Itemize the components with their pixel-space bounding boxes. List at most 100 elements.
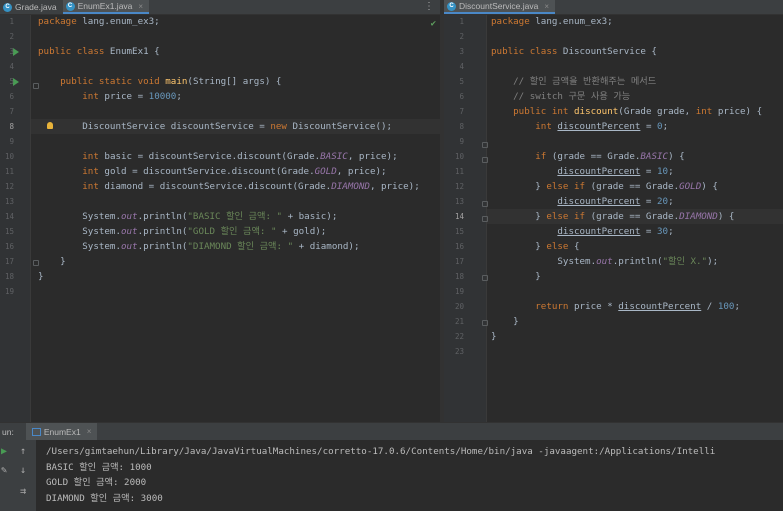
left-editor-tabbar: C Grade.java C EnumEx1.java × ⋮ — [0, 0, 440, 15]
close-tab-icon[interactable]: × — [138, 2, 143, 11]
line-number: 8 — [9, 122, 14, 131]
line-number: 19 — [4, 287, 14, 296]
left-editor[interactable]: ✔ 1 2 3 4 5 6 7 8 9 10 11 12 13 14 15 16 17 18 19 package … — [0, 15, 440, 422]
code-line: // 할인 금액을 반환해주는 메서드 — [513, 76, 657, 87]
line-number: 4 — [9, 62, 14, 71]
line-number: 12 — [454, 182, 464, 191]
tab-grade-java[interactable]: C Grade.java — [0, 0, 63, 14]
fold-icon[interactable] — [482, 216, 488, 222]
line-number: 20 — [454, 302, 464, 311]
rerun-icon[interactable]: ▶ — [1, 446, 7, 457]
wrench-icon[interactable]: ✎ — [1, 465, 7, 476]
line-number: 14 — [454, 212, 464, 221]
line-number: 7 — [459, 107, 464, 116]
line-number: 1 — [459, 17, 464, 26]
right-editor[interactable]: 1 2 3 4 5 6 7 8 9 10 11 12 13 14 15 16 17 18 19 20 21 22 23 pa… — [444, 15, 783, 422]
fold-icon[interactable] — [482, 142, 488, 148]
tab-label: DiscountService.java — [459, 1, 539, 11]
code-line: discountPercent = 10; — [557, 166, 674, 177]
line-number: 6 — [9, 92, 14, 101]
code-line: int gold = discountService.discount(Grad… — [82, 166, 387, 177]
line-number: 1 — [9, 17, 14, 26]
close-tab-icon[interactable]: × — [87, 427, 92, 436]
java-class-icon: C — [3, 2, 12, 12]
line-number: 11 — [4, 167, 14, 176]
line-number: 13 — [454, 197, 464, 206]
line-number: 6 — [459, 92, 464, 101]
run-label: un: — [2, 426, 14, 437]
code-line: int basic = discountService.discount(Gra… — [82, 151, 398, 162]
code-line: package lang.enum_ex3; — [491, 16, 613, 27]
code-line: package lang.enum_ex3; — [38, 16, 160, 27]
line-number: 22 — [454, 332, 464, 341]
code-line: } — [491, 331, 497, 342]
line-number: 3 — [459, 47, 464, 56]
line-number: 10 — [4, 152, 14, 161]
check-icon[interactable]: ✔ — [431, 19, 436, 29]
code-line: if (grade == Grade.BASIC) { — [535, 151, 685, 162]
code-line: public int discount(Grade grade, int pri… — [513, 106, 763, 117]
tab-label: EnumEx1.java — [77, 1, 133, 11]
line-number: 9 — [9, 137, 14, 146]
line-number: 15 — [4, 227, 14, 236]
line-number: 13 — [4, 197, 14, 206]
code-line: int diamond = discountService.discount(G… — [82, 181, 420, 192]
tab-discountservice-java[interactable]: C DiscountService.java × — [444, 0, 556, 14]
arrow-down-icon[interactable]: ↓ — [20, 465, 26, 476]
line-number: 18 — [454, 272, 464, 281]
line-number: 11 — [454, 167, 464, 176]
line-number: 14 — [4, 212, 14, 221]
line-number: 16 — [454, 242, 464, 251]
code-line: System.out.println("DIAMOND 할인 금액: " + d… — [38, 241, 360, 252]
code-line: // switch 구문 사용 가능 — [513, 91, 631, 102]
line-number: 21 — [454, 317, 464, 326]
code-line: public class EnumEx1 { — [38, 46, 160, 57]
more-vertical-icon[interactable]: ⋮ — [424, 1, 434, 12]
line-number: 5 — [9, 77, 14, 86]
console-panel[interactable]: ▶ ↑ ✎ ↓ ⇉ /Users/gimtaehun/Library/Java/… — [0, 440, 783, 511]
line-number: 2 — [459, 32, 464, 41]
code-line: } — [491, 271, 541, 282]
console-icon — [31, 427, 41, 436]
line-number: 17 — [454, 257, 464, 266]
line-number: 8 — [459, 122, 464, 131]
fold-icon[interactable] — [482, 320, 488, 326]
line-number: 9 — [459, 137, 464, 146]
code-line: System.out.println("할인 X."); — [491, 256, 719, 267]
code-line: return price * discountPercent / 100; — [535, 301, 741, 312]
console-toolbar: ▶ ↑ ✎ ↓ ⇉ — [0, 440, 36, 511]
java-class-icon: C — [447, 1, 456, 11]
close-tab-icon[interactable]: × — [544, 2, 549, 11]
code-line: discountPercent = 20; — [557, 196, 674, 207]
console-line: /Users/gimtaehun/Library/Java/JavaVirtua… — [46, 446, 716, 457]
code-line: public static void main(String[] args) { — [60, 76, 282, 87]
fold-icon[interactable] — [482, 201, 488, 207]
fold-icon[interactable] — [482, 157, 488, 163]
code-line: } — [491, 316, 519, 327]
run-toolbar: un: EnumEx1 × — [0, 422, 783, 440]
arrow-up-icon[interactable]: ↑ — [20, 446, 26, 457]
run-tab-label: EnumEx1 — [43, 426, 81, 437]
code-line: } else if (grade == Grade.GOLD) { — [491, 181, 718, 192]
soft-wrap-icon[interactable]: ⇉ — [20, 486, 26, 497]
line-number: 18 — [4, 272, 14, 281]
console-line: DIAMOND 할인 금액: 3000 — [46, 493, 163, 505]
code-line: } else { — [491, 241, 580, 252]
run-tab-enumex1[interactable]: EnumEx1 × — [25, 423, 98, 440]
line-number: 12 — [4, 182, 14, 191]
line-number: 10 — [454, 152, 464, 161]
line-number: 16 — [4, 242, 14, 251]
line-number: 5 — [459, 77, 464, 86]
code-line: public class DiscountService { — [491, 46, 657, 57]
code-line: int price = 10000; — [82, 91, 182, 102]
code-line: } — [38, 256, 66, 267]
code-line: int discountPercent = 0; — [535, 121, 669, 132]
line-number: 4 — [459, 62, 464, 71]
line-number: 23 — [454, 347, 464, 356]
console-output: /Users/gimtaehun/Library/Java/JavaVirtua… — [46, 444, 715, 507]
tab-enumex1-java[interactable]: C EnumEx1.java × — [62, 0, 150, 14]
java-class-icon: C — [65, 1, 75, 11]
right-editor-tabbar: C DiscountService.java × — [444, 0, 783, 15]
fold-icon[interactable] — [482, 275, 488, 281]
line-number: 7 — [9, 107, 14, 116]
